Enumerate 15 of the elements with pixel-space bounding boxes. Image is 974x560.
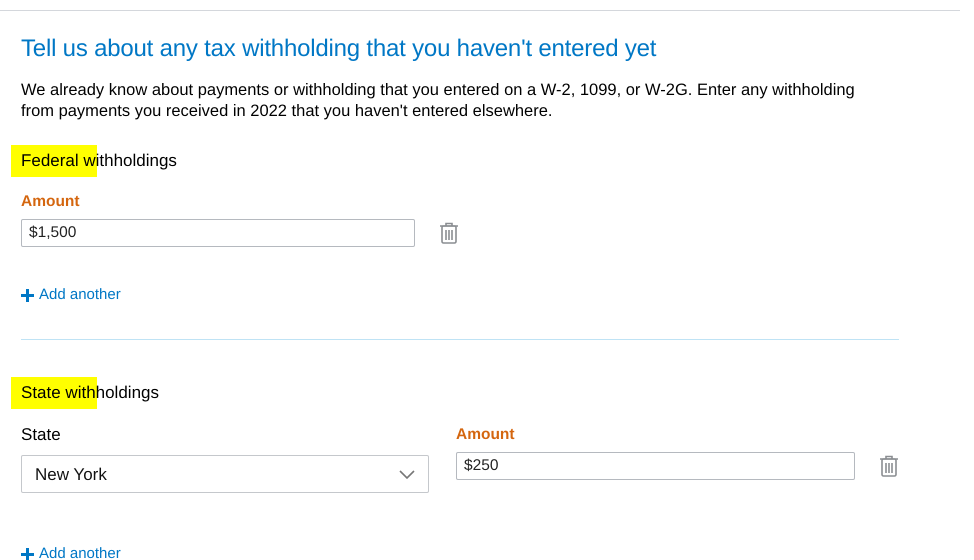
intro-text: We already know about payments or withholding that you entered on a W-2, 1099, or W-2G. Enter any withholding from payments you received in 2022 that you haven't entered elsewhere. [21, 80, 856, 122]
add-another-link[interactable]: Add another [21, 543, 121, 560]
plus-icon [21, 548, 34, 560]
page-title: Tell us about any tax withholding that you haven't entered yet [21, 35, 658, 64]
field-label: Amount [21, 192, 80, 212]
amount-field[interactable]: $1,500 [21, 219, 415, 248]
field-label: Amount [456, 424, 515, 445]
field-label: State [21, 424, 61, 446]
delete-icon[interactable] [439, 222, 459, 244]
state-dropdown[interactable]: New York [21, 455, 429, 494]
amount-field[interactable]: $250 [456, 452, 855, 480]
plus-icon [21, 288, 34, 302]
delete-icon[interactable] [879, 455, 899, 478]
caret-icon [399, 470, 415, 479]
add-another-link[interactable]: Add another [21, 284, 121, 307]
